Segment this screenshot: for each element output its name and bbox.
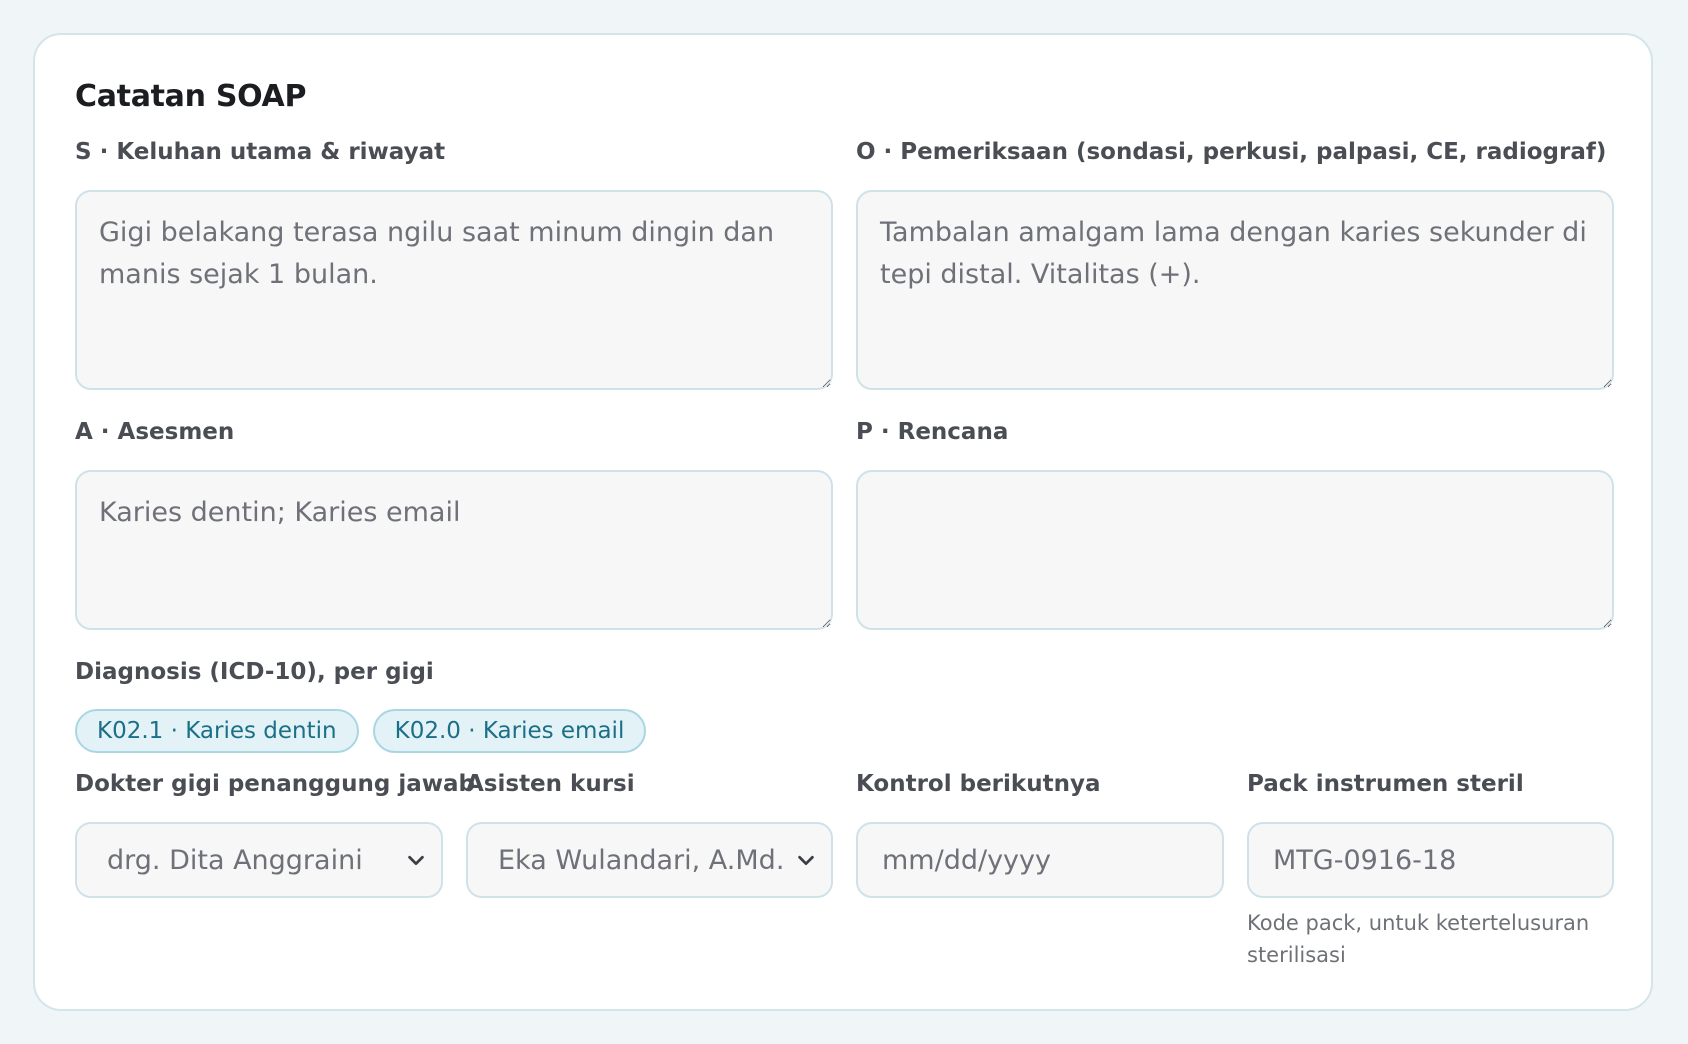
assistant-label: Asisten kursi	[466, 771, 635, 797]
subjective-textarea[interactable]: Gigi belakang terasa ngilu saat minum di…	[75, 190, 833, 390]
plan-textarea[interactable]	[856, 470, 1614, 630]
soap-card: Catatan SOAP S · Keluhan utama & riwayat…	[33, 33, 1653, 1011]
dentist-select[interactable]: drg. Dita Anggraini	[75, 822, 443, 898]
pack-label: Pack instrumen steril	[1247, 771, 1524, 797]
chevron-down-icon	[408, 855, 424, 866]
pack-input[interactable]	[1271, 843, 1590, 877]
diagnosis-chip-list: K02.1 · Karies dentin K02.0 · Karies ema…	[75, 709, 647, 753]
next-control-label: Kontrol berikutnya	[856, 771, 1101, 797]
diagnosis-chip[interactable]: K02.0 · Karies email	[372, 709, 647, 753]
dentist-select-value: drg. Dita Anggraini	[107, 844, 363, 876]
objective-label: O · Pemeriksaan (sondasi, perkusi, palpa…	[856, 139, 1607, 165]
subjective-label: S · Keluhan utama & riwayat	[75, 139, 446, 165]
assistant-select-value: Eka Wulandari, A.Md.Kes	[498, 844, 787, 876]
pack-hint: Kode pack, untuk ketertelusuran sterilis…	[1247, 911, 1590, 967]
assessment-textarea[interactable]: Karies dentin; Karies email	[75, 470, 833, 630]
pack-field[interactable]	[1247, 822, 1614, 898]
next-control-date-input[interactable]	[880, 843, 1200, 877]
chevron-down-icon	[798, 855, 814, 866]
assessment-label: A · Asesmen	[75, 419, 235, 445]
next-control-date-field[interactable]	[856, 822, 1224, 898]
objective-textarea[interactable]: Tambalan amalgam lama dengan karies seku…	[856, 190, 1614, 390]
diagnosis-chip[interactable]: K02.1 · Karies dentin	[75, 709, 359, 753]
dentist-label: Dokter gigi penanggung jawab	[75, 771, 475, 797]
page-title: Catatan SOAP	[75, 79, 307, 114]
plan-label: P · Rencana	[856, 419, 1009, 445]
assistant-select[interactable]: Eka Wulandari, A.Md.Kes	[466, 822, 833, 898]
diagnosis-label: Diagnosis (ICD-10), per gigi	[75, 659, 434, 685]
